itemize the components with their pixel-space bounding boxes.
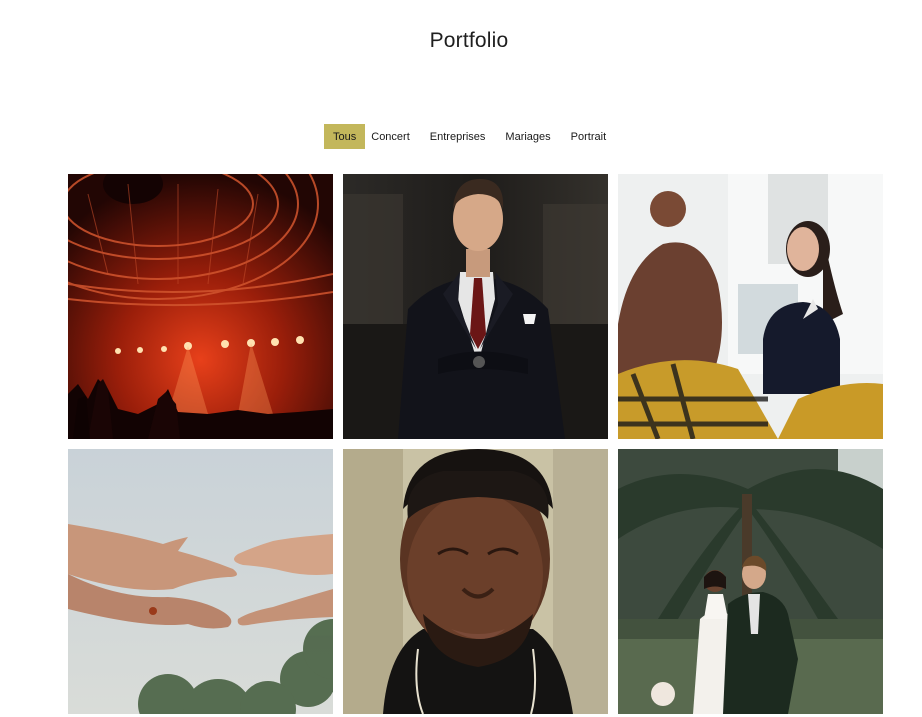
gallery-item-concert[interactable] — [68, 174, 333, 439]
wedding-couple-photo — [618, 449, 883, 714]
filter-concert-button[interactable]: Concert — [366, 124, 415, 149]
filter-bar: Tous Concert Entreprises Mariages Portra… — [324, 124, 621, 149]
office-meeting-photo — [618, 174, 883, 439]
filter-entreprises-button[interactable]: Entreprises — [425, 124, 491, 149]
concert-stage-photo — [68, 174, 333, 439]
man-portrait-photo — [343, 449, 608, 714]
filter-mariages-button[interactable]: Mariages — [500, 124, 555, 149]
gallery-item-portrait[interactable] — [343, 449, 608, 714]
gallery-item-businessman[interactable] — [343, 174, 608, 439]
portfolio-page: Portfolio Tous Concert Entreprises Maria… — [0, 0, 922, 717]
businessman-suit-photo — [343, 174, 608, 439]
reaching-hands-photo — [68, 449, 333, 714]
gallery-item-office-meeting[interactable] — [618, 174, 883, 439]
portfolio-gallery — [68, 174, 883, 714]
gallery-item-wedding[interactable] — [618, 449, 883, 714]
page-title: Portfolio — [429, 29, 509, 52]
gallery-item-hands[interactable] — [68, 449, 333, 714]
filter-tous-button[interactable]: Tous — [324, 124, 366, 149]
filter-portrait-button[interactable]: Portrait — [566, 124, 611, 149]
